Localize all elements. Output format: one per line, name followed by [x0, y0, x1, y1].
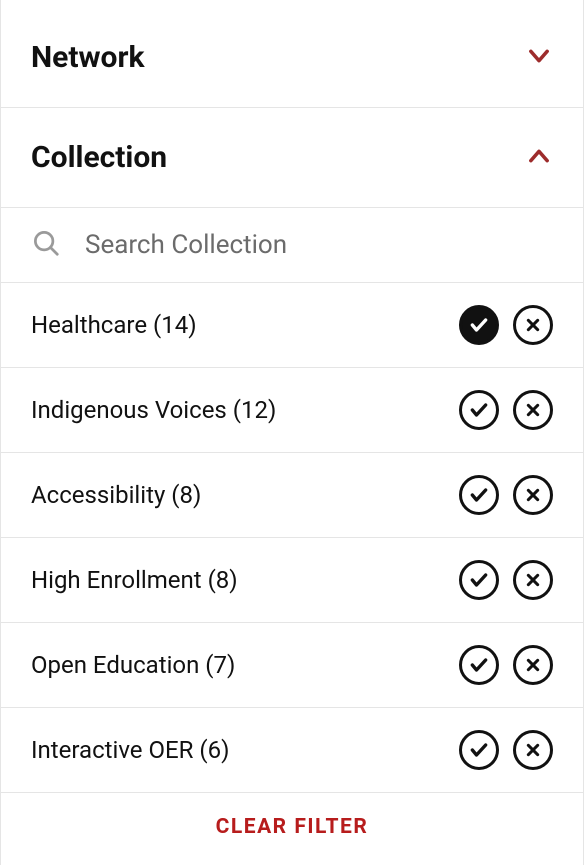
close-icon: [525, 402, 541, 418]
include-button[interactable]: [459, 390, 499, 430]
filter-label: Accessibility (8): [31, 481, 201, 509]
filter-row: Interactive OER (6): [1, 708, 583, 793]
check-icon: [469, 740, 489, 760]
close-icon: [525, 657, 541, 673]
filter-actions: [459, 560, 553, 600]
filter-actions: [459, 645, 553, 685]
search-input[interactable]: [85, 230, 553, 260]
filter-items-container: Healthcare (14) Indigenous Voices (12) Acc…: [1, 283, 583, 793]
include-button[interactable]: [459, 305, 499, 345]
close-icon: [525, 487, 541, 503]
close-icon: [525, 317, 541, 333]
filter-row: Open Education (7): [1, 623, 583, 708]
chevron-up-icon: [525, 142, 553, 174]
check-icon: [469, 400, 489, 420]
filter-label: High Enrollment (8): [31, 566, 238, 594]
section-title-network: Network: [31, 40, 145, 75]
include-button[interactable]: [459, 560, 499, 600]
filter-row: High Enrollment (8): [1, 538, 583, 623]
filter-label: Interactive OER (6): [31, 736, 229, 764]
filter-label: Indigenous Voices (12): [31, 396, 276, 424]
search-icon: [31, 228, 61, 262]
exclude-button[interactable]: [513, 475, 553, 515]
check-icon: [469, 485, 489, 505]
section-header-network[interactable]: Network: [1, 8, 583, 108]
exclude-button[interactable]: [513, 730, 553, 770]
check-icon: [469, 655, 489, 675]
search-row: [1, 208, 583, 283]
filter-actions: [459, 390, 553, 430]
include-button[interactable]: [459, 475, 499, 515]
filter-actions: [459, 305, 553, 345]
exclude-button[interactable]: [513, 645, 553, 685]
section-header-collection[interactable]: Collection: [1, 108, 583, 208]
clear-filter-button[interactable]: CLEAR FILTER: [216, 815, 369, 839]
include-button[interactable]: [459, 645, 499, 685]
exclude-button[interactable]: [513, 390, 553, 430]
check-icon: [469, 315, 489, 335]
filter-actions: [459, 730, 553, 770]
filter-label: Healthcare (14): [31, 311, 197, 339]
filter-panel: Network Collection Healthcare (14) Indige…: [0, 0, 584, 865]
exclude-button[interactable]: [513, 560, 553, 600]
filter-row: Indigenous Voices (12): [1, 368, 583, 453]
filter-row: Healthcare (14): [1, 283, 583, 368]
clear-filter-row: CLEAR FILTER: [1, 793, 583, 865]
check-icon: [469, 570, 489, 590]
close-icon: [525, 572, 541, 588]
include-button[interactable]: [459, 730, 499, 770]
exclude-button[interactable]: [513, 305, 553, 345]
filter-row: Accessibility (8): [1, 453, 583, 538]
close-icon: [525, 742, 541, 758]
chevron-down-icon: [525, 42, 553, 74]
section-title-collection: Collection: [31, 140, 167, 175]
filter-label: Open Education (7): [31, 651, 235, 679]
filter-actions: [459, 475, 553, 515]
